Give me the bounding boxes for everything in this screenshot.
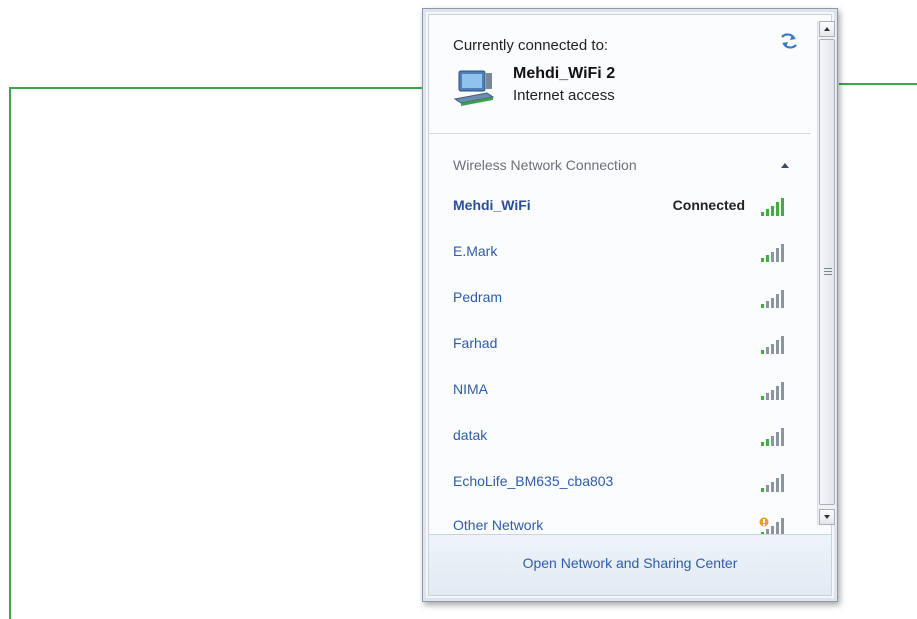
current-connection-title: Currently connected to:: [453, 37, 609, 54]
network-flyout-body: Currently connected to: Mehdi_WiFi 2 Int…: [428, 14, 836, 596]
callout-line-right: [839, 83, 917, 85]
network-name: EchoLife_BM635_cba803: [453, 473, 614, 489]
scroll-up-button[interactable]: [819, 21, 835, 37]
network-name: Farhad: [453, 335, 498, 351]
network-name: NIMA: [453, 381, 488, 397]
chevron-up-icon: [824, 27, 830, 31]
wifi-signal-icon: [761, 336, 784, 354]
network-name: Mehdi_WiFi: [453, 197, 531, 213]
network-name: E.Mark: [453, 243, 498, 259]
callout-line-left-horizontal: [9, 87, 425, 89]
network-item-datak[interactable]: datak: [449, 418, 791, 454]
network-item-echolife[interactable]: EchoLife_BM635_cba803: [449, 464, 791, 500]
network-item-farhad[interactable]: Farhad: [449, 326, 791, 362]
network-name: Other Network: [453, 517, 544, 533]
wifi-signal-icon: [761, 290, 784, 308]
scrollbar[interactable]: [817, 21, 836, 525]
network-item-mehdi-wifi[interactable]: Mehdi_WiFi Connected: [449, 188, 791, 224]
network-item-nima[interactable]: NIMA: [449, 372, 791, 408]
network-item-emark[interactable]: E.Mark: [449, 234, 791, 270]
network-flyout: Currently connected to: Mehdi_WiFi 2 Int…: [422, 8, 838, 602]
network-item-pedram[interactable]: Pedram: [449, 280, 791, 316]
section-title[interactable]: Wireless Network Connection: [453, 157, 637, 173]
wifi-signal-icon: [761, 382, 784, 400]
wifi-signal-icon: [761, 198, 784, 216]
current-network-name: Mehdi_WiFi 2: [513, 65, 616, 82]
footer: Open Network and Sharing Center: [429, 534, 831, 595]
network-name: Pedram: [453, 289, 503, 305]
wifi-signal-icon: [761, 474, 784, 492]
chevron-down-icon: [824, 515, 830, 519]
wifi-signal-icon: [761, 428, 784, 446]
current-connection-panel: Currently connected to: Mehdi_WiFi 2 Int…: [429, 15, 811, 134]
callout-line-left-vertical: [9, 87, 11, 619]
wifi-signal-icon: [761, 244, 784, 262]
scroll-down-button[interactable]: [819, 509, 835, 525]
current-network-access: Internet access: [513, 87, 615, 104]
network-name: datak: [453, 427, 488, 443]
open-network-sharing-center-link[interactable]: Open Network and Sharing Center: [429, 555, 831, 571]
grip-icon: [824, 268, 832, 275]
network-status: Connected: [672, 197, 745, 213]
chevron-up-icon[interactable]: [779, 160, 791, 170]
scroll-thumb[interactable]: [819, 39, 835, 505]
network-computer-icon: [453, 70, 495, 106]
refresh-icon[interactable]: [777, 31, 801, 51]
